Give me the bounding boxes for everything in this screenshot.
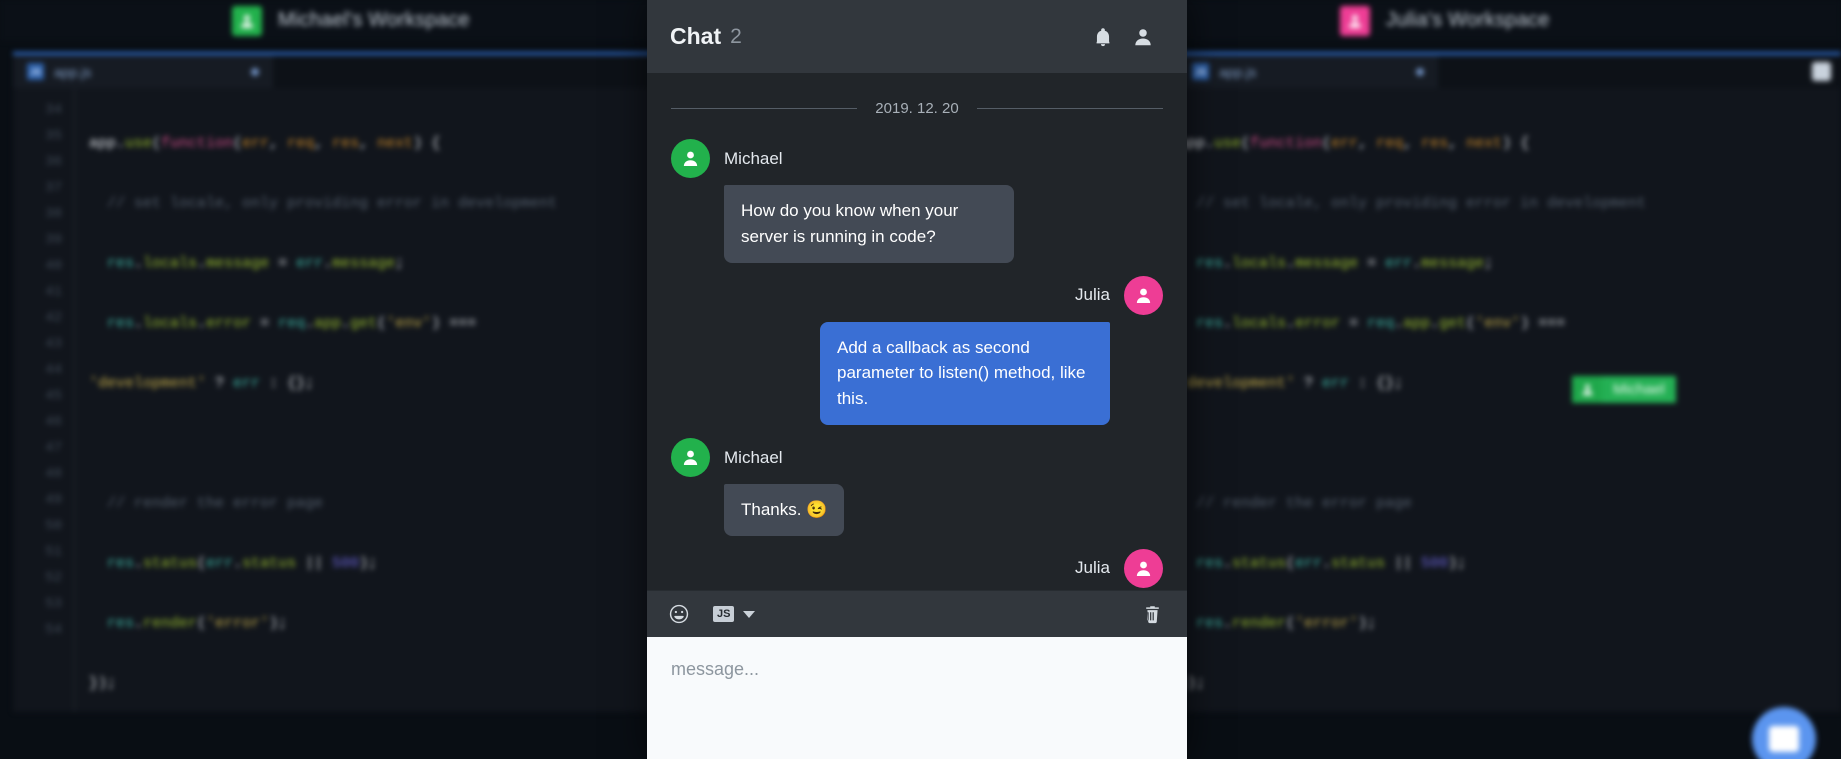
- message-bubble-row: Thanks. 😉: [671, 484, 1163, 536]
- chat-fab-button[interactable]: [1752, 707, 1816, 759]
- collaborator-label: Michael: [1602, 376, 1676, 403]
- tab-label: app.js: [1219, 63, 1257, 80]
- chat-header: Chat 2: [647, 0, 1187, 73]
- code-content-right: app.use(function(err, req, res, next) { …: [1178, 88, 1841, 712]
- message-author: Michael: [724, 447, 783, 467]
- code-line: // set locale, only providing error in d…: [1178, 195, 1647, 212]
- code-line: res.render('error');: [1178, 615, 1377, 632]
- code-line: app.use(function(err, req, res, next) {: [1178, 135, 1530, 152]
- chat-message-list[interactable]: 2019. 12. 20 Michael How do you know whe…: [647, 73, 1187, 590]
- user-icon[interactable]: [1123, 17, 1163, 57]
- message-bubble[interactable]: Add a callback as second parameter to li…: [820, 321, 1110, 426]
- code-line: });: [1178, 675, 1206, 692]
- js-file-icon: JS: [1192, 63, 1209, 80]
- trash-icon[interactable]: [1142, 597, 1163, 631]
- app-root: Michael's Workspace Julia's Workspace JS…: [0, 0, 1841, 759]
- line-number: 34: [45, 102, 62, 118]
- code-line: // render the error page: [1178, 495, 1413, 512]
- user-icon: [1572, 376, 1602, 403]
- line-number: 35: [45, 128, 62, 144]
- chat-input-area[interactable]: [647, 637, 1187, 759]
- line-number: 36: [45, 154, 62, 170]
- editor-tab-appjs-right[interactable]: JS app.js: [1178, 55, 1438, 88]
- chat-participant-count: 2: [730, 24, 742, 48]
- avatar[interactable]: [1124, 548, 1163, 588]
- language-badge: JS: [713, 606, 735, 622]
- tabstrip-right: JS app.js: [1178, 55, 1841, 88]
- chat-toolbar: JS: [647, 590, 1187, 637]
- chat-panel: Chat 2 2019. 12. 20 Michael How do you k…: [647, 0, 1187, 759]
- line-number: 39: [45, 232, 62, 248]
- message-group: Julia Add a callback as second parameter…: [671, 275, 1163, 426]
- avatar[interactable]: [1124, 275, 1163, 315]
- message-author: Michael: [724, 148, 783, 168]
- bell-icon[interactable]: [1083, 17, 1123, 57]
- message-group: Julia You can see more details in the AP…: [671, 548, 1163, 590]
- workspace-label-julia: Julia's Workspace: [1386, 9, 1550, 31]
- code-line: res.status(err.status || 500);: [1178, 555, 1467, 572]
- avatar[interactable]: [671, 139, 710, 178]
- chat-message-input[interactable]: [671, 659, 1163, 680]
- workspace-julia[interactable]: Julia's Workspace: [1340, 0, 1550, 41]
- workspace-avatar-julia: [1340, 5, 1370, 36]
- collaborator-cursor-michael: Michael: [1572, 376, 1676, 403]
- line-number: 49: [45, 492, 62, 508]
- line-number: 47: [45, 440, 62, 456]
- code-line: 'development' ? err : {};: [1178, 375, 1404, 392]
- chat-title: Chat: [670, 23, 722, 49]
- message-bubble-row: How do you know when your server is runn…: [671, 185, 1163, 263]
- message-author: Julia: [1075, 285, 1110, 305]
- line-number-gutter-left: 34 35 36 37 38 39 40 41 42 43 44 45 46 4…: [13, 88, 75, 712]
- line-number: 41: [45, 284, 62, 300]
- line-number: 48: [45, 466, 62, 482]
- date-separator-line-right: [976, 108, 1164, 109]
- line-number: 51: [45, 544, 62, 560]
- code-line: res.locals.error = req.app.get('env') ==…: [1178, 315, 1566, 332]
- code-line: res.locals.message = err.message;: [1178, 255, 1494, 272]
- line-number: 40: [45, 258, 62, 274]
- message-group: Michael Thanks. 😉: [671, 438, 1163, 536]
- message-bubble[interactable]: How do you know when your server is runn…: [724, 185, 1014, 263]
- message-meta: Michael: [671, 438, 1163, 478]
- line-number: 42: [45, 310, 62, 326]
- message-meta: Michael: [671, 139, 1163, 178]
- js-file-icon: JS: [27, 63, 44, 80]
- editor-tab-appjs-left[interactable]: JS app.js: [13, 55, 273, 88]
- line-number: 52: [45, 570, 62, 586]
- line-number: 37: [45, 180, 62, 196]
- chat-bubble-icon: [1769, 726, 1799, 752]
- split-view-icon[interactable]: [1812, 62, 1831, 81]
- line-number: 44: [45, 362, 62, 378]
- message-author: Julia: [1075, 558, 1110, 578]
- line-number: 46: [45, 414, 62, 430]
- language-selector[interactable]: JS: [713, 606, 756, 622]
- editor-pane-right: JS app.js app.use(function(err, req, res…: [1178, 52, 1841, 712]
- message-bubble-row: Add a callback as second parameter to li…: [671, 321, 1163, 426]
- message-bubble[interactable]: Thanks. 😉: [724, 484, 845, 536]
- smiley-icon[interactable]: [668, 597, 690, 631]
- line-number: 38: [45, 206, 62, 222]
- date-separator-line-left: [671, 108, 858, 109]
- avatar[interactable]: [671, 438, 710, 478]
- code-area-right[interactable]: app.use(function(err, req, res, next) { …: [1178, 88, 1841, 712]
- workspace-avatar-michael: [232, 5, 262, 36]
- line-number: 43: [45, 336, 62, 352]
- message-meta: Julia: [671, 275, 1163, 315]
- date-separator: 2019. 12. 20: [671, 100, 1164, 117]
- workspace-michael[interactable]: Michael's Workspace: [232, 0, 470, 41]
- line-number: 53: [45, 596, 62, 612]
- tab-modified-dot[interactable]: [251, 67, 259, 76]
- line-number: 54: [45, 622, 62, 638]
- tab-label: app.js: [54, 63, 92, 80]
- message-group: Michael How do you know when your server…: [671, 139, 1163, 263]
- message-meta: Julia: [671, 548, 1163, 588]
- tab-modified-dot[interactable]: [1416, 67, 1424, 76]
- chevron-down-icon: [743, 610, 756, 618]
- line-number: 45: [45, 388, 62, 404]
- line-number: 50: [45, 518, 62, 534]
- workspace-label-michael: Michael's Workspace: [278, 9, 470, 31]
- date-separator-label: 2019. 12. 20: [875, 100, 959, 117]
